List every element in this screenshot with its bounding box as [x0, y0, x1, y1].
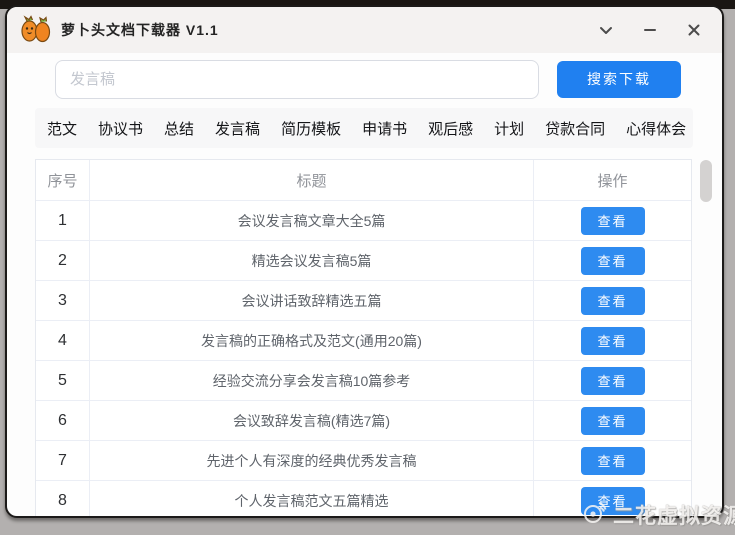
chevron-down-icon[interactable]	[594, 18, 618, 42]
header-action: 操作	[533, 160, 691, 200]
results-table: 序号 标题 操作 1 会议发言稿文章大全5篇 查看 2 精选会议发言稿5篇 查看…	[35, 159, 692, 518]
header-title: 标题	[89, 160, 533, 200]
minimize-icon[interactable]	[638, 18, 662, 42]
view-button[interactable]: 查看	[581, 327, 645, 355]
row-index: 4	[36, 321, 89, 360]
row-index: 3	[36, 281, 89, 320]
table-row: 7 先进个人有深度的经典优秀发言稿 查看	[36, 440, 691, 480]
view-button[interactable]: 查看	[581, 447, 645, 475]
view-button[interactable]: 查看	[581, 407, 645, 435]
category-tabs: 范文 协议书 总结 发言稿 简历模板 申请书 观后感 计划 贷款合同 心得体会 …	[35, 108, 693, 148]
row-index: 2	[36, 241, 89, 280]
tab-fanwen[interactable]: 范文	[47, 118, 77, 139]
view-button[interactable]: 查看	[581, 487, 645, 515]
table-row: 1 会议发言稿文章大全5篇 查看	[36, 200, 691, 240]
tab-guanhougan[interactable]: 观后感	[428, 118, 473, 139]
row-title: 先进个人有深度的经典优秀发言稿	[89, 441, 533, 480]
row-title: 发言稿的正确格式及范文(通用20篇)	[89, 321, 533, 360]
table-row: 5 经验交流分享会发言稿10篇参考 查看	[36, 360, 691, 400]
row-title: 会议发言稿文章大全5篇	[89, 201, 533, 240]
table-row: 2 精选会议发言稿5篇 查看	[36, 240, 691, 280]
titlebar: 萝卜头文档下载器 V1.1	[7, 7, 722, 53]
row-index: 8	[36, 481, 89, 518]
search-download-button[interactable]: 搜索下载	[557, 61, 681, 98]
window-controls	[594, 18, 706, 42]
table-header-row: 序号 标题 操作	[36, 160, 691, 200]
table-row: 6 会议致辞发言稿(精选7篇) 查看	[36, 400, 691, 440]
table-row: 8 个人发言稿范文五篇精选 查看	[36, 480, 691, 518]
row-title: 会议讲话致辞精选五篇	[89, 281, 533, 320]
row-title: 会议致辞发言稿(精选7篇)	[89, 401, 533, 440]
row-title: 经验交流分享会发言稿10篇参考	[89, 361, 533, 400]
view-button[interactable]: 查看	[581, 287, 645, 315]
tab-jihua[interactable]: 计划	[494, 118, 524, 139]
app-title: 萝卜头文档下载器 V1.1	[61, 20, 219, 40]
tab-daikuan[interactable]: 贷款合同	[545, 118, 605, 139]
close-icon[interactable]	[682, 18, 706, 42]
view-button[interactable]: 查看	[581, 367, 645, 395]
vertical-scrollbar[interactable]	[700, 160, 712, 202]
search-row: 搜索下载	[55, 59, 681, 99]
carrot-pair-icon	[19, 15, 53, 45]
row-index: 5	[36, 361, 89, 400]
tab-zongjie[interactable]: 总结	[164, 118, 194, 139]
tab-xinde[interactable]: 心得体会	[626, 118, 686, 139]
row-index: 1	[36, 201, 89, 240]
row-title: 个人发言稿范文五篇精选	[89, 481, 533, 518]
row-index: 6	[36, 401, 89, 440]
row-title: 精选会议发言稿5篇	[89, 241, 533, 280]
view-button[interactable]: 查看	[581, 207, 645, 235]
table-row: 3 会议讲话致辞精选五篇 查看	[36, 280, 691, 320]
row-index: 7	[36, 441, 89, 480]
tab-fayangao[interactable]: 发言稿	[215, 118, 260, 139]
tab-jianli[interactable]: 简历模板	[281, 118, 341, 139]
tab-shenqingshu[interactable]: 申请书	[362, 118, 407, 139]
tab-xieyishu[interactable]: 协议书	[98, 118, 143, 139]
app-window: 萝卜头文档下载器 V1.1 搜索下载 范文 协议书 总结 发言稿 简历模板 申请…	[5, 5, 724, 518]
search-input[interactable]	[55, 60, 539, 99]
header-index: 序号	[36, 160, 89, 200]
view-button[interactable]: 查看	[581, 247, 645, 275]
table-row: 4 发言稿的正确格式及范文(通用20篇) 查看	[36, 320, 691, 360]
